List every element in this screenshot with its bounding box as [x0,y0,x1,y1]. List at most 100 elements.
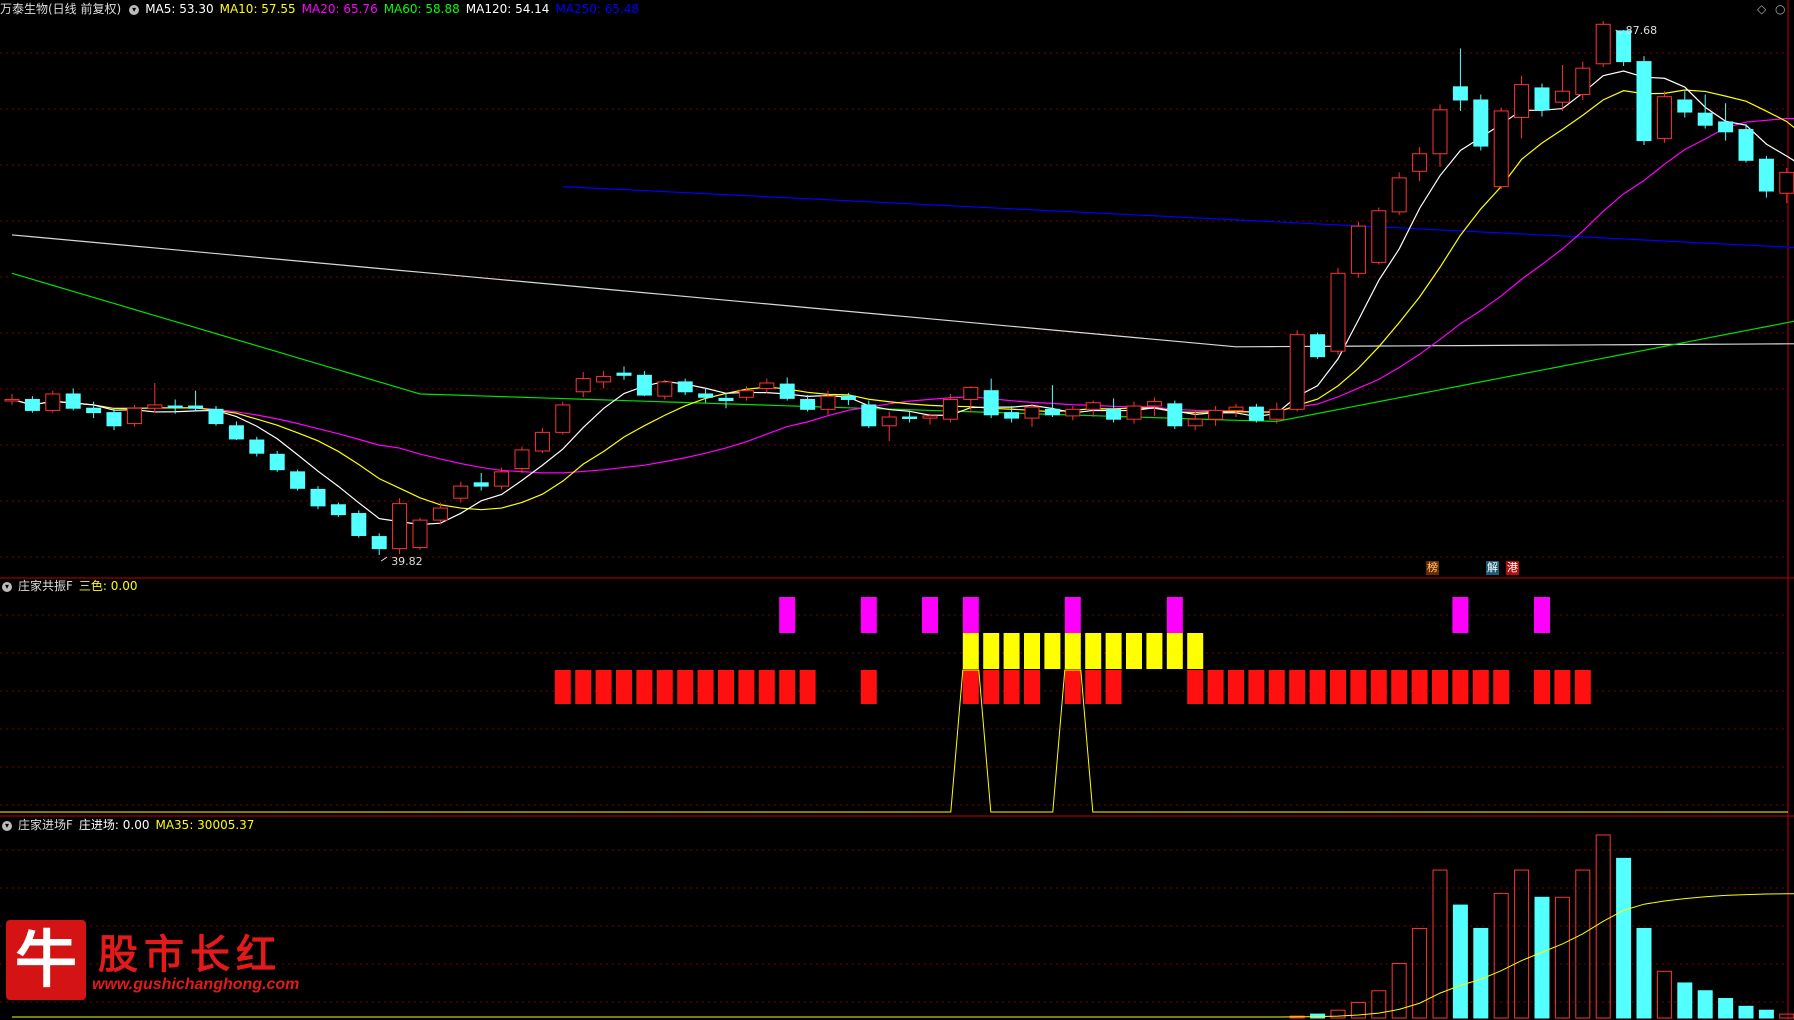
candle-body [1350,225,1366,274]
ma-label-0: MA5: 53.30 [145,2,214,16]
signal-magenta-block [1534,597,1550,633]
event-tag[interactable]: 榜 [1426,561,1439,575]
signal-red-block [779,670,796,704]
candle-body [473,482,489,487]
candle-body [106,412,122,427]
ma-label-3: MA60: 58.88 [383,2,460,16]
candle-body [942,398,958,420]
candle-body [1269,408,1285,420]
candle-body [1065,408,1081,417]
candle-body [677,381,693,393]
candle-body [45,393,61,411]
circle-toggle-icon[interactable]: ▾ [2,820,12,831]
candle-body [1779,171,1794,194]
candle-body [1534,87,1550,111]
candle-body [1391,177,1407,213]
ma20-line [11,117,1794,474]
volume-bar [1330,1009,1346,1019]
candle-body [902,416,918,420]
circle-icon[interactable]: ○ [1775,2,1785,16]
candle-body [738,390,754,398]
signal-magenta-block [1064,597,1081,633]
signal-red-block [1370,670,1387,704]
signal-red-block [1330,670,1346,704]
candle-body [1208,409,1224,420]
candle-body [290,471,306,489]
panel3-title[interactable]: 庄家进场F [18,818,73,832]
candle-body [575,378,591,393]
signal-red-block [1268,670,1285,704]
signal-red-block [616,670,632,704]
diamond-icon[interactable]: ◇ [1757,2,1766,16]
candle-body [1514,84,1530,119]
signal-magenta-block [1452,597,1469,633]
signal-red-block [1472,670,1489,704]
volume-bar [1473,927,1489,1019]
signal-red-block [575,670,592,704]
signal-red-block [1574,670,1591,704]
signal-red-block [758,670,775,704]
candle-body [1310,334,1326,358]
circle-toggle-icon[interactable]: ▾ [129,4,140,15]
candle-body [1636,61,1652,142]
volume-bar [1697,990,1713,1019]
volume-bar [1534,896,1550,1019]
volume-bar [1452,904,1468,1019]
logo-title: 股市长红 [98,931,282,978]
candle-body [1004,412,1020,419]
candle-body [310,488,326,507]
panel2-title[interactable]: 庄家共振F [18,579,73,593]
candle-body [147,404,163,409]
volume-bar [1758,1009,1774,1019]
signal-magenta-block [779,597,796,633]
high-price-label: 87.68 [1626,24,1658,37]
signal-red-block [718,670,734,704]
candle-body [534,431,550,452]
candle-body [188,405,204,409]
signal-red-block [595,670,612,704]
ma-label-5: MA250: 65.48 [555,2,640,16]
candle-body [861,404,877,427]
signal-yellow-block [1126,633,1142,669]
volume-bar [1554,896,1570,1019]
ma10-line [11,89,1794,511]
event-tag[interactable]: 港 [1506,561,1519,575]
signal-yellow-block [1166,633,1183,669]
low-marker-arrow [380,556,388,562]
signal-red-block [1391,670,1408,704]
stock-title[interactable]: 万泰生物(日线 前复权) [0,2,121,16]
candle-body [1412,153,1428,172]
panel3-ma: MA35: 30005.37 [155,818,255,832]
signal-magenta-block [860,597,877,633]
ma-label-group: MA5: 53.30 MA10: 57.55 MA20: 65.76 MA60: 58… [145,2,645,16]
candle-body [269,453,285,471]
signal-red-block [677,670,694,704]
signal-yellow-block [962,633,979,669]
candle-body [371,536,387,550]
signal-red-block [860,670,877,704]
signal-red-block [1064,670,1081,704]
candle-body [167,405,183,409]
circle-toggle-icon[interactable]: ▾ [2,581,12,592]
kline-chart[interactable]: 87.68 39.82 [0,0,1794,1020]
signal-yellow-block [1187,633,1204,669]
candle-body [1738,129,1754,161]
signal-red-block [656,670,673,704]
candle-body [616,372,632,376]
candle-body [1330,272,1346,352]
signal-red-block [1207,670,1224,704]
signal-red-block [1003,670,1020,704]
candle-body [983,390,999,416]
main-header: 万泰生物(日线 前复权) ▾ MA5: 53.30 MA10: 57.55 MA20: … [0,1,651,17]
volume-bar [1575,869,1591,1019]
candle-body [1248,406,1264,421]
candle-body [718,397,734,402]
candle-body [1493,110,1509,188]
signal-red-block [1411,670,1428,704]
panel2-value: 三色: 0.00 [78,579,138,593]
signal-red-block [1554,670,1571,704]
event-tag[interactable]: 解 [1486,561,1499,575]
signal-yellow-block [983,633,1000,669]
signal-red-block [1534,670,1550,704]
candle-body [1371,210,1387,263]
